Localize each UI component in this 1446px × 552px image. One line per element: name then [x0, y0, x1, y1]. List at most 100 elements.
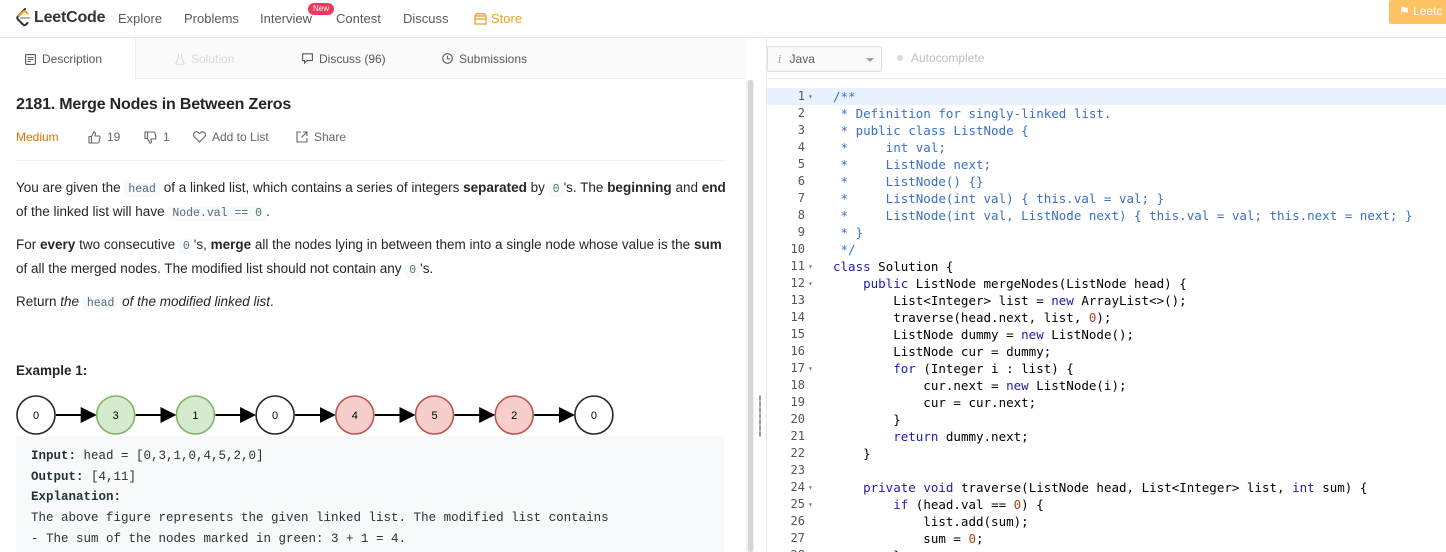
code-line[interactable]: 6 * ListNode() {}: [767, 173, 1446, 190]
line-number: 20: [790, 412, 805, 426]
code-text: * ListNode(int val) { this.val = val; }: [833, 191, 1165, 206]
code-line[interactable]: 17 ▾ for (Integer i : list) {: [767, 360, 1446, 377]
code-editor[interactable]: 1 ▾/** 2 * Definition for singly-linked li…: [767, 88, 1446, 552]
tab-description[interactable]: Description: [0, 38, 136, 80]
code-line[interactable]: 24 ▾ private void traverse(ListNode head,…: [767, 479, 1446, 496]
code-line[interactable]: 25 ▾ if (head.val == 0) {: [767, 496, 1446, 513]
inline-code: head: [124, 182, 160, 197]
code-line[interactable]: 21 return dummy.next;: [767, 428, 1446, 445]
fold-arrow-icon[interactable]: ▾: [808, 479, 813, 496]
language-value: Java: [789, 52, 815, 66]
code-line[interactable]: 10 */: [767, 241, 1446, 258]
autocomplete-toggle[interactable]: Autocomplete: [897, 51, 984, 65]
code-line[interactable]: 4 * int val;: [767, 139, 1446, 156]
line-number: 17: [790, 361, 805, 375]
line-number: 18: [790, 378, 805, 392]
autocomplete-label: Autocomplete: [911, 51, 985, 65]
code-text: }: [833, 412, 901, 427]
description-panel: Description Solution Discuss (96) Submis…: [0, 38, 746, 552]
code-text: * Definition for singly-linked list.: [833, 106, 1112, 121]
code-line[interactable]: 2 * Definition for singly-linked list.: [767, 105, 1446, 122]
fold-arrow-icon[interactable]: ▾: [808, 258, 813, 275]
inline-code: 0: [178, 239, 194, 254]
nav-store[interactable]: Store: [474, 11, 522, 26]
code-line[interactable]: 7 * ListNode(int val) { this.val = val; …: [767, 190, 1446, 207]
code-text: }: [833, 547, 901, 552]
code-line[interactable]: 13 List<Integer> list = new ArrayList<>(…: [767, 292, 1446, 309]
tab-solution: Solution: [175, 38, 234, 79]
line-number: 22: [790, 446, 805, 460]
list-node-value: 1: [192, 410, 198, 422]
fold-arrow-icon[interactable]: ▾: [808, 496, 813, 513]
premium-button[interactable]: ⚑ Leetc: [1389, 0, 1446, 24]
list-node-value: 0: [33, 410, 39, 422]
line-number: 28: [767, 547, 805, 552]
nav-discuss[interactable]: Discuss: [403, 11, 449, 26]
explanation-line-1: The above figure represents the given li…: [31, 511, 609, 526]
code-text: for (Integer i : list) {: [893, 361, 1074, 376]
nav-contest[interactable]: Contest: [336, 11, 381, 26]
code-line[interactable]: 16 ListNode cur = dummy;: [767, 343, 1446, 360]
thumbs-up-icon: [88, 130, 101, 144]
code-line[interactable]: 28 }: [767, 547, 1446, 552]
code-line[interactable]: 3 * public class ListNode {: [767, 122, 1446, 139]
code-line[interactable]: 5 * ListNode next;: [767, 156, 1446, 173]
text: 's.: [420, 261, 434, 276]
share-button[interactable]: Share: [296, 130, 346, 144]
fold-arrow-icon[interactable]: ▾: [808, 88, 813, 105]
tab-submissions[interactable]: Submissions: [442, 38, 527, 79]
code-line[interactable]: 19 cur = cur.next;: [767, 394, 1446, 411]
logo-text: LeetCode: [34, 9, 106, 26]
italic-text: the: [60, 294, 83, 309]
text: For: [16, 237, 41, 252]
dislike-button[interactable]: 1: [144, 130, 170, 144]
logo[interactable]: LeetCode: [16, 8, 106, 28]
dislike-count: 1: [163, 130, 170, 144]
code-line[interactable]: 27 sum = 0;: [767, 530, 1446, 547]
code-line[interactable]: 22 }: [767, 445, 1446, 462]
list-node-value: 0: [591, 410, 597, 422]
code-text: * ListNode(int val, ListNode next) { thi…: [833, 208, 1413, 223]
nav-interview[interactable]: Interview: [260, 11, 312, 26]
code-line[interactable]: 1 ▾ /**: [767, 88, 1446, 105]
language-select[interactable]: i Java: [767, 46, 882, 72]
code-text: * ListNode next;: [833, 157, 992, 172]
code-text: }: [833, 446, 871, 461]
bold-text: end: [701, 180, 726, 195]
fold-arrow-icon[interactable]: ▾: [808, 360, 813, 377]
input-value: head = [0,3,1,0,4,5,2,0]: [76, 449, 264, 463]
description-paragraph-1: You are given the head of a linked list,…: [16, 177, 728, 225]
explanation-line-2: - The sum of the nodes marked in green: …: [31, 531, 407, 546]
description-paragraph-2: For every two consecutive 0's, merge all…: [16, 234, 722, 282]
heart-icon: [193, 131, 206, 143]
line-number: 14: [790, 310, 805, 324]
description-scrollbar-thumb[interactable]: [748, 80, 753, 552]
code-line[interactable]: 26 list.add(sum);: [767, 513, 1446, 530]
list-node-value: 4: [352, 410, 358, 422]
code-line[interactable]: 23: [767, 462, 1446, 479]
code-line[interactable]: 8 * ListNode(int val, ListNode next) { t…: [767, 207, 1446, 224]
add-to-list-button[interactable]: Add to List: [193, 130, 269, 144]
code-text: ListNode dummy = new ListNode();: [833, 327, 1135, 342]
code-line[interactable]: 11 ▾ class Solution {: [767, 258, 1446, 275]
linked-list-figure: 0 3 1 0 4 5 2 0: [16, 395, 614, 435]
code-line[interactable]: 14 traverse(head.next, list, 0);: [767, 309, 1446, 326]
bold-text: merge: [210, 237, 252, 252]
code-line[interactable]: 20 }: [767, 411, 1446, 428]
code-line[interactable]: 18 cur.next = new ListNode(i);: [767, 377, 1446, 394]
text: You are given the: [16, 180, 125, 195]
code-line[interactable]: 12 ▾ public ListNode mergeNodes(ListNode …: [767, 275, 1446, 292]
code-line[interactable]: 15 ListNode dummy = new ListNode();: [767, 326, 1446, 343]
nav-problems[interactable]: Problems: [184, 11, 239, 26]
nav-explore[interactable]: Explore: [118, 11, 162, 26]
description-paragraph-3: Return the head of the modified linked l…: [16, 291, 728, 315]
fold-arrow-icon[interactable]: ▾: [808, 275, 813, 292]
like-button[interactable]: 19: [88, 130, 120, 144]
tab-discuss[interactable]: Discuss (96): [302, 38, 386, 79]
splitter-grip-handle[interactable]: [759, 395, 761, 437]
code-line[interactable]: 9 * }: [767, 224, 1446, 241]
tab-description-label: Description: [42, 52, 103, 66]
line-number: 6: [797, 174, 805, 188]
text: of all the merged nodes. The modified li…: [16, 261, 406, 276]
info-icon: i: [778, 53, 782, 66]
